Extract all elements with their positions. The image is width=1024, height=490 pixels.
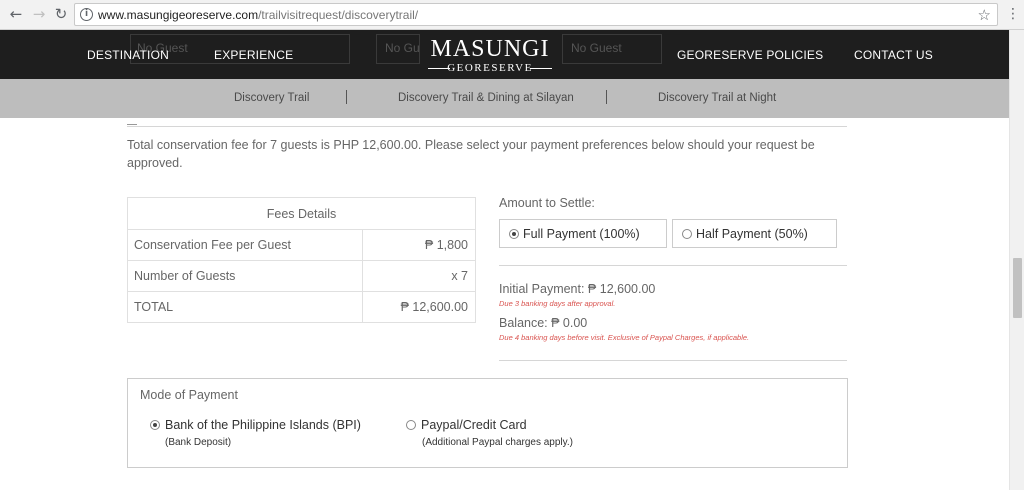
page-scrollbar[interactable] — [1009, 30, 1024, 490]
nav-destination[interactable]: DESTINATION — [87, 48, 169, 62]
bpi-radio[interactable] — [150, 420, 160, 430]
forward-arrow-icon[interactable]: → — [29, 4, 49, 24]
bpi-label: Bank of the Philippine Islands (BPI) — [165, 418, 361, 432]
masungi-logo[interactable]: MASUNGI GEORESERVE — [420, 36, 560, 74]
full-payment-radio[interactable] — [509, 228, 519, 239]
reload-icon[interactable]: ↻ — [51, 4, 71, 24]
paypal-sub-label: (Additional Paypal charges apply.) — [422, 437, 574, 448]
initial-payment-due-note: Due 3 banking days after approval. — [499, 299, 616, 308]
amount-to-settle-label: Amount to Settle: — [499, 196, 595, 210]
subnav-discovery-trail[interactable]: Discovery Trail — [234, 92, 309, 104]
bpi-sub-label: (Bank Deposit) — [165, 437, 232, 448]
bpi-option[interactable]: Bank of the Philippine Islands (BPI) — [150, 418, 361, 432]
conservation-fee-summary: Total conservation fee for 7 guests is P… — [127, 138, 815, 170]
info-icon[interactable]: i — [80, 8, 93, 21]
nav-georeserve-policies[interactable]: GEORESERVE POLICIES — [677, 48, 823, 62]
fee-label: Conservation Fee per Guest — [128, 230, 363, 260]
logo-subtitle: GEORESERVE — [420, 62, 560, 74]
paypal-label: Paypal/Credit Card — [421, 418, 527, 432]
subnav-discovery-trail-night[interactable]: Discovery Trail at Night — [658, 92, 776, 104]
logo-wordmark: MASUNGI — [430, 36, 550, 62]
url-host: www.masungigeoreserve.com — [98, 8, 259, 22]
top-navigation: No Guest No Gu No Guest DESTINATION EXPE… — [0, 30, 1009, 79]
trail-subnavigation: Discovery Trail Discovery Trail & Dining… — [0, 79, 1009, 118]
subnav-separator — [606, 90, 607, 104]
table-row: Conservation Fee per Guest ₱ 1,800 — [128, 229, 475, 260]
nav-experience[interactable]: EXPERIENCE — [214, 48, 293, 62]
page-viewport: No Guest No Gu No Guest DESTINATION EXPE… — [0, 30, 1024, 490]
fee-value: ₱ 12,600.00 — [400, 300, 468, 314]
subnav-discovery-trail-dining[interactable]: Discovery Trail & Dining at Silayan — [398, 92, 574, 104]
url-path: /trailvisitrequest/discoverytrail/ — [258, 8, 419, 22]
paypal-option[interactable]: Paypal/Credit Card — [406, 418, 527, 432]
payment-divider — [499, 265, 847, 266]
full-payment-label: Full Payment (100%) — [523, 226, 640, 241]
initial-payment-amount: Initial Payment: ₱ 12,600.00 — [499, 282, 656, 296]
browser-toolbar: ← → ↻ i www.masungigeoreserve.com/trailv… — [0, 0, 1024, 30]
table-row: Number of Guests x 7 — [128, 260, 475, 291]
hidden-guest-text: No Gu — [385, 41, 420, 55]
nav-contact-us[interactable]: CONTACT US — [854, 48, 933, 62]
payment-divider — [499, 360, 847, 361]
fee-value: x 7 — [451, 269, 468, 283]
hidden-guest-text: No Guest — [571, 41, 622, 55]
half-payment-label: Half Payment (50%) — [696, 226, 808, 241]
browser-menu-icon[interactable]: ⋮ — [1006, 5, 1020, 23]
mode-of-payment-title: Mode of Payment — [140, 388, 238, 402]
fee-label: TOTAL — [128, 292, 363, 322]
subnav-separator — [346, 90, 347, 104]
mode-of-payment-panel: Mode of Payment Bank of the Philippine I… — [127, 378, 848, 468]
fee-value: ₱ 1,800 — [424, 238, 468, 252]
half-payment-option[interactable]: Half Payment (50%) — [672, 219, 837, 248]
full-payment-option[interactable]: Full Payment (100%) — [499, 219, 667, 248]
partial-heading — [127, 117, 137, 125]
half-payment-radio[interactable] — [682, 228, 692, 239]
balance-due-note: Due 4 banking days before visit. Exclusi… — [499, 333, 750, 342]
fee-label: Number of Guests — [128, 261, 363, 291]
address-bar[interactable]: i www.masungigeoreserve.com/trailvisitre… — [74, 3, 998, 26]
balance-amount: Balance: ₱ 0.00 — [499, 316, 588, 330]
back-arrow-icon[interactable]: ← — [6, 4, 26, 24]
fees-details-table: Fees Details Conservation Fee per Guest … — [127, 197, 476, 323]
paypal-radio[interactable] — [406, 420, 416, 430]
scrollbar-thumb[interactable] — [1013, 258, 1022, 318]
url-text[interactable]: www.masungigeoreserve.com/trailvisitrequ… — [98, 8, 418, 22]
fees-table-header: Fees Details — [266, 206, 337, 221]
table-row: TOTAL ₱ 12,600.00 — [128, 291, 475, 322]
section-divider — [127, 126, 847, 127]
bookmark-star-icon[interactable]: ☆ — [978, 6, 991, 24]
